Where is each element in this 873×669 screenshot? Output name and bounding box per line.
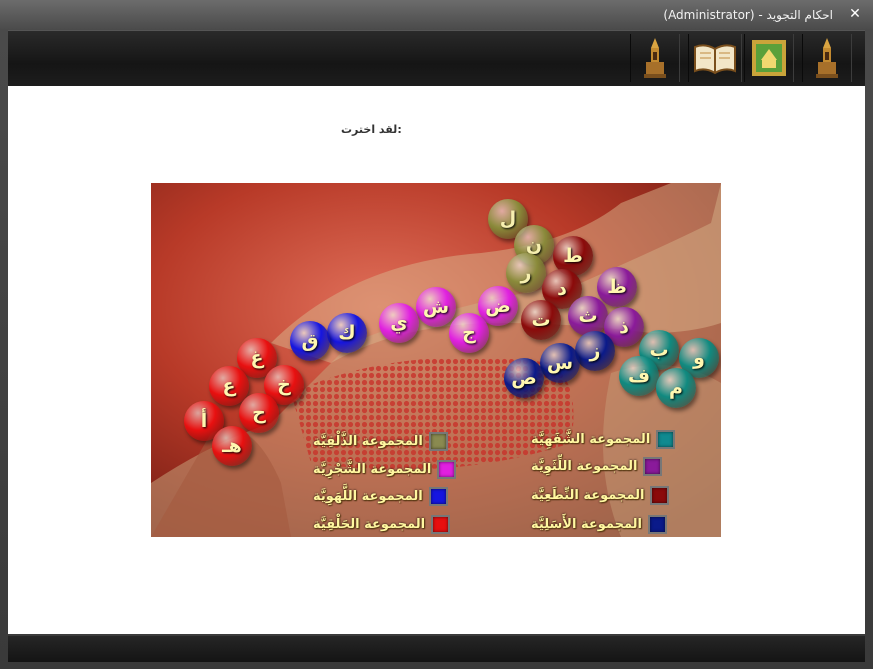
letter-label: ج xyxy=(462,322,476,344)
letter-circle[interactable]: ج xyxy=(449,313,489,353)
letter-label: ز xyxy=(589,340,601,362)
letter-label: ظ xyxy=(607,276,627,298)
mosque-icon xyxy=(816,38,838,78)
letter-label: ل xyxy=(499,208,517,230)
letter-label: ذ xyxy=(619,316,629,338)
legend-item[interactable]: المجموعة الحَلْقِيَّة xyxy=(313,514,451,534)
quran-book-icon xyxy=(694,44,736,75)
letter-label: م xyxy=(669,377,683,399)
letter-circle[interactable]: ث xyxy=(568,296,608,336)
legend-label: المجموعة اللَّهَوِيَّة xyxy=(313,488,423,504)
legend-swatch xyxy=(431,514,451,534)
legend-label: المجموعة اللِّثَوِيَّة xyxy=(531,458,638,474)
letter-label: ر xyxy=(520,262,532,284)
toolbar xyxy=(8,30,865,86)
letter-label: ف xyxy=(627,365,651,387)
toolbar-button-mosque-right[interactable] xyxy=(802,34,852,82)
letter-label: ط xyxy=(563,245,583,267)
title-bar: احكام التجويد - (Administrator) ✕ xyxy=(0,0,873,30)
legend-item[interactable]: المجموعة النِّطَعِيَّة xyxy=(531,485,670,505)
legend-swatch xyxy=(428,486,448,506)
letter-circle[interactable]: م xyxy=(656,368,696,408)
letter-circle[interactable]: هـ xyxy=(212,426,252,466)
status-bar xyxy=(8,636,865,662)
letter-circle[interactable]: ز xyxy=(575,331,615,371)
letter-circle[interactable]: ش xyxy=(416,287,456,327)
articulation-diagram: ل ن ر ط د ت ظ ث ذ ض ش ج ي ك ق غ خ ع ح أ هـ ز س ص ب و ف م المجموعة ا… xyxy=(151,183,721,537)
legend-swatch xyxy=(428,431,448,451)
letter-circle[interactable]: ر xyxy=(506,253,546,293)
legend-label: المجموعة النِّطَعِيَّة xyxy=(531,487,645,503)
letter-label: خ xyxy=(277,374,291,396)
letter-label: غ xyxy=(250,347,264,369)
letter-label: د xyxy=(557,278,567,300)
selection-heading: :لقد اخترت xyxy=(341,123,402,136)
letter-label: ك xyxy=(338,322,356,344)
letter-label: س xyxy=(546,352,574,374)
letter-circle[interactable]: س xyxy=(540,343,580,383)
legend-item[interactable]: المجموعة الشَّفَهِيَّة xyxy=(531,429,676,449)
letter-circle[interactable]: ظ xyxy=(597,267,637,307)
legend-label: المجموعة الأَسَلِيَّة xyxy=(531,516,642,532)
toolbar-button-quran[interactable] xyxy=(688,34,742,82)
letter-label: ع xyxy=(222,375,236,397)
legend-swatch xyxy=(656,429,676,449)
letter-label: ث xyxy=(578,305,598,327)
letter-label: و xyxy=(693,347,705,369)
letter-label: ق xyxy=(301,330,319,352)
letter-label: هـ xyxy=(222,435,242,457)
toolbar-button-frame[interactable] xyxy=(744,34,794,82)
letter-circle[interactable]: ق xyxy=(290,321,330,361)
app-window: احكام التجويد - (Administrator) ✕:لقد ا… xyxy=(0,0,873,669)
legend-swatch xyxy=(437,459,457,479)
legend-item[interactable]: المجموعة اللَّهَوِيَّة xyxy=(313,486,448,506)
letter-label: ت xyxy=(531,309,551,331)
letter-circle[interactable]: ي xyxy=(379,303,419,343)
legend-swatch xyxy=(650,485,670,505)
letter-label: ي xyxy=(390,312,408,334)
legend-item[interactable]: المجموعة الشَّجْرِيَّة xyxy=(313,459,457,479)
legend-label: المجموعة الشَّجْرِيَّة xyxy=(313,461,432,477)
letter-circle[interactable]: ح xyxy=(239,393,279,433)
letter-label: ح xyxy=(252,402,266,424)
letter-label: ض xyxy=(485,295,511,317)
letter-label: أ xyxy=(200,410,208,432)
legend-swatch xyxy=(648,514,667,534)
window-title: احكام التجويد - (Administrator) xyxy=(663,8,833,22)
content-area: :لقد اخترت ل ن ر ط د ت ظ ث ذ ض ش ج ي ك ق… xyxy=(8,86,865,634)
letter-circle[interactable]: ف xyxy=(619,356,659,396)
letter-label: ص xyxy=(511,367,537,389)
legend-label: المجموعة الشَّفَهِيَّة xyxy=(531,431,651,447)
letter-circle[interactable]: ص xyxy=(504,358,544,398)
letter-label: ب xyxy=(649,339,669,361)
letter-circle[interactable]: ك xyxy=(327,313,367,353)
legend-label: المجموعة الحَلْقِيَّة xyxy=(313,516,426,532)
legend-item[interactable]: المجموعة اللِّثَوِيَّة xyxy=(531,456,663,476)
green-frame-icon xyxy=(752,40,786,76)
legend-item[interactable]: المجموعة الأَسَلِيَّة xyxy=(531,514,667,534)
letter-circle[interactable]: ت xyxy=(521,300,561,340)
toolbar-button-mosque-left[interactable] xyxy=(630,34,680,82)
legend-label: المجموعة الذَّلْقِيَّة xyxy=(313,433,423,449)
legend-swatch xyxy=(643,456,663,476)
mosque-icon xyxy=(644,38,666,78)
close-button[interactable]: ✕ xyxy=(847,5,863,23)
legend-item[interactable]: المجموعة الذَّلْقِيَّة xyxy=(313,431,448,451)
letter-label: ش xyxy=(422,296,450,318)
